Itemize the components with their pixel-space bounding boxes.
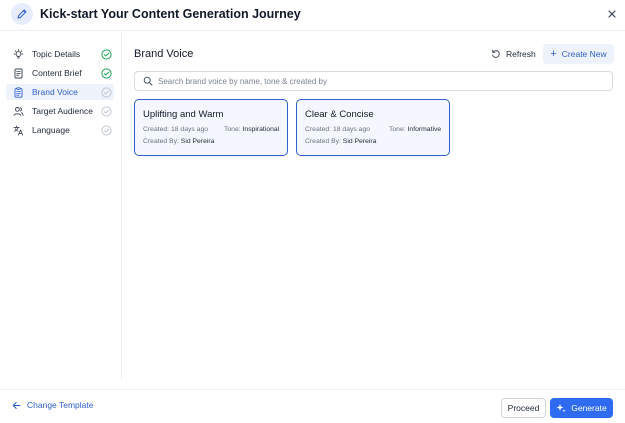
generate-button[interactable]: Generate [550,398,613,418]
check-circle-icon [100,48,112,60]
brand-voice-card[interactable]: Uplifting and Warm Created: 18 days ago … [134,99,288,156]
check-circle-icon [100,86,112,98]
step-label: Target Audience [32,106,93,116]
step-brand-voice[interactable]: Brand Voice [6,84,114,100]
card-created: Created: 18 days ago [143,126,209,133]
change-template-label: Change Template [27,400,94,410]
card-tone: Tone: Informative [389,126,442,133]
step-label: Content Brief [32,68,82,78]
document-icon [10,65,26,81]
modal-title: Kick-start Your Content Generation Journ… [40,7,301,21]
step-label: Brand Voice [32,87,78,97]
step-topic-details[interactable]: Topic Details [6,46,114,62]
arrow-left-icon [12,401,21,409]
generate-label: Generate [571,403,607,413]
card-title: Uplifting and Warm [143,109,224,120]
step-content-brief[interactable]: Content Brief [6,65,114,81]
check-circle-icon [100,105,112,117]
step-label: Language [32,125,70,135]
step-label: Topic Details [32,49,81,59]
refresh-label: Refresh [506,49,536,59]
card-created-by: Created By: Sid Pereira [143,138,215,145]
translate-icon [10,122,26,138]
check-circle-icon [100,124,112,136]
clipboard-icon [10,84,26,100]
brand-voice-panel: Brand Voice Refresh + Create New Uplifti… [122,31,625,380]
modal-footer: Change Template Proceed Generate [0,389,625,423]
users-icon [10,103,26,119]
sparkle-icon [556,404,566,413]
brand-voice-card[interactable]: Clear & Concise Created: 18 days ago Ton… [296,99,450,156]
close-icon[interactable] [605,7,619,21]
change-template-link[interactable]: Change Template [12,398,93,412]
create-new-label: Create New [561,49,607,59]
step-language[interactable]: Language [6,122,114,138]
page-title: Brand Voice [134,48,194,60]
search-icon [143,76,153,86]
search-input[interactable] [158,76,598,86]
card-created: Created: 18 days ago [305,126,371,133]
lightbulb-icon [10,46,26,62]
card-created-by: Created By: Sid Pereira [305,138,377,145]
modal-header: Kick-start Your Content Generation Journ… [0,0,625,31]
plus-icon: + [550,47,557,60]
steps-sidebar: Topic Details Content Brief Brand Voice … [0,31,122,380]
pen-icon [11,3,33,25]
search-box [134,71,613,91]
card-tone: Tone: Inspirational [224,126,280,133]
refresh-icon [492,49,500,58]
check-circle-icon [100,67,112,79]
proceed-button[interactable]: Proceed [501,398,546,418]
step-target-audience[interactable]: Target Audience [6,103,114,119]
card-title: Clear & Concise [305,109,374,120]
refresh-button[interactable]: Refresh [491,46,536,62]
create-new-button[interactable]: + Create New [543,44,614,64]
